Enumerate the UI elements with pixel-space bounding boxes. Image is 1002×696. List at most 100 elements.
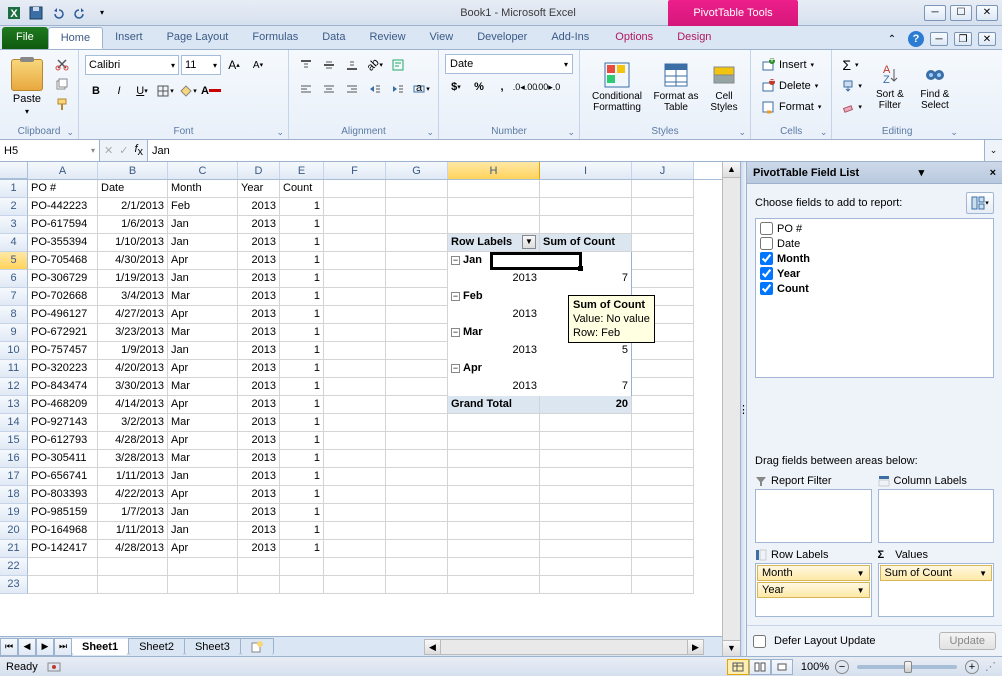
update-button[interactable]: Update <box>939 632 996 650</box>
workbook-close-button[interactable]: ✕ <box>978 32 996 46</box>
worksheet[interactable]: ABCDEFGHIJ 1PO #DateMonthYearCount2PO-44… <box>0 162 722 656</box>
cell[interactable] <box>324 378 386 396</box>
cell[interactable]: PO-617594 <box>28 216 98 234</box>
column-header-G[interactable]: G <box>386 162 448 179</box>
field-list-layout-button[interactable]: ▾ <box>966 192 994 214</box>
cell[interactable] <box>632 180 694 198</box>
cell[interactable]: 2013 <box>448 342 540 360</box>
cell[interactable] <box>448 414 540 432</box>
tab-data[interactable]: Data <box>310 27 357 49</box>
macro-record-icon[interactable] <box>46 661 62 673</box>
cell[interactable]: Mar <box>168 450 238 468</box>
cell[interactable] <box>324 468 386 486</box>
cell[interactable]: 2013 <box>238 270 280 288</box>
grow-font-icon[interactable]: A▴ <box>223 54 245 76</box>
tab-insert[interactable]: Insert <box>103 27 155 49</box>
cut-icon[interactable] <box>52 54 72 74</box>
tab-file[interactable]: File <box>2 27 48 49</box>
cell[interactable]: Jan <box>168 468 238 486</box>
cell[interactable] <box>386 288 448 306</box>
field-item[interactable]: Count <box>758 281 991 296</box>
cell[interactable]: −Apr <box>448 360 540 378</box>
font-name-select[interactable]: Calibri▾ <box>85 55 179 75</box>
cell[interactable]: 1 <box>280 360 324 378</box>
cell[interactable] <box>98 558 168 576</box>
cell[interactable] <box>324 450 386 468</box>
cell[interactable] <box>386 234 448 252</box>
cell[interactable]: Month <box>168 180 238 198</box>
cell[interactable] <box>632 252 694 270</box>
cell[interactable] <box>324 486 386 504</box>
cell[interactable]: PO-985159 <box>28 504 98 522</box>
cell[interactable] <box>324 432 386 450</box>
cell[interactable] <box>386 576 448 594</box>
cell[interactable]: 1 <box>280 432 324 450</box>
cell[interactable] <box>324 342 386 360</box>
cell[interactable] <box>98 576 168 594</box>
collapse-icon[interactable]: − <box>451 292 460 301</box>
cell[interactable] <box>324 504 386 522</box>
field-list-menu-icon[interactable]: ▾ <box>919 166 925 179</box>
redo-icon[interactable] <box>70 3 90 23</box>
area-field-chip[interactable]: Sum of Count▼ <box>880 565 993 581</box>
cell[interactable] <box>324 558 386 576</box>
row-header[interactable]: 12 <box>0 378 28 396</box>
cell[interactable]: Year <box>238 180 280 198</box>
cell[interactable]: 2013 <box>238 252 280 270</box>
cell[interactable] <box>540 504 632 522</box>
cell[interactable] <box>448 450 540 468</box>
insert-cells-button[interactable]: +Insert▾ <box>757 54 825 75</box>
cell[interactable]: Mar <box>168 378 238 396</box>
column-header-B[interactable]: B <box>98 162 168 179</box>
row-header[interactable]: 16 <box>0 450 28 468</box>
values-area[interactable]: Sum of Count▼ <box>878 563 995 617</box>
cell[interactable]: 2013 <box>238 216 280 234</box>
cell[interactable]: Jan <box>168 234 238 252</box>
minimize-button[interactable]: ─ <box>924 5 946 21</box>
row-header[interactable]: 2 <box>0 198 28 216</box>
sheet-nav-button[interactable]: ▶ <box>36 638 54 656</box>
normal-view-button[interactable] <box>727 659 749 675</box>
cell[interactable] <box>386 468 448 486</box>
cell[interactable] <box>238 558 280 576</box>
cell[interactable] <box>386 252 448 270</box>
cell[interactable]: 2013 <box>238 342 280 360</box>
cell[interactable] <box>540 576 632 594</box>
row-header[interactable]: 3 <box>0 216 28 234</box>
cell[interactable] <box>632 486 694 504</box>
column-header-E[interactable]: E <box>280 162 324 179</box>
sheet-nav-button[interactable]: ⏮ <box>0 638 18 656</box>
align-middle-icon[interactable] <box>318 54 340 76</box>
decrease-indent-icon[interactable] <box>364 78 386 100</box>
undo-icon[interactable] <box>48 3 68 23</box>
cell[interactable]: Apr <box>168 396 238 414</box>
tab-add-ins[interactable]: Add-Ins <box>539 27 601 49</box>
cell[interactable]: PO # <box>28 180 98 198</box>
format-as-table-button[interactable]: Format as Table <box>652 54 700 120</box>
cell[interactable]: PO-757457 <box>28 342 98 360</box>
column-header-J[interactable]: J <box>632 162 694 179</box>
cell[interactable] <box>324 198 386 216</box>
cell[interactable]: Row Labels▼ <box>448 234 540 252</box>
cell[interactable]: 3/2/2013 <box>98 414 168 432</box>
cell[interactable] <box>324 414 386 432</box>
cell[interactable]: 4/27/2013 <box>98 306 168 324</box>
cell[interactable] <box>540 540 632 558</box>
cell[interactable] <box>386 324 448 342</box>
cell[interactable]: 2013 <box>238 306 280 324</box>
cell[interactable]: 2013 <box>448 270 540 288</box>
comma-format-icon[interactable]: , <box>491 76 513 98</box>
expand-formula-bar-icon[interactable]: ⌄ <box>984 140 1002 161</box>
scroll-down-icon[interactable]: ▼ <box>723 640 740 656</box>
number-format-select[interactable]: Date▾ <box>445 54 573 74</box>
cell[interactable]: 1 <box>280 324 324 342</box>
sheet-tab-sheet1[interactable]: Sheet1 <box>71 639 129 655</box>
copy-icon[interactable] <box>52 74 72 94</box>
column-header-C[interactable]: C <box>168 162 238 179</box>
field-checkbox[interactable] <box>760 267 773 280</box>
cell[interactable] <box>540 198 632 216</box>
cell[interactable] <box>632 270 694 288</box>
cell[interactable] <box>448 468 540 486</box>
column-labels-area[interactable] <box>878 489 995 543</box>
sheet-tab-sheet2[interactable]: Sheet2 <box>128 638 185 655</box>
